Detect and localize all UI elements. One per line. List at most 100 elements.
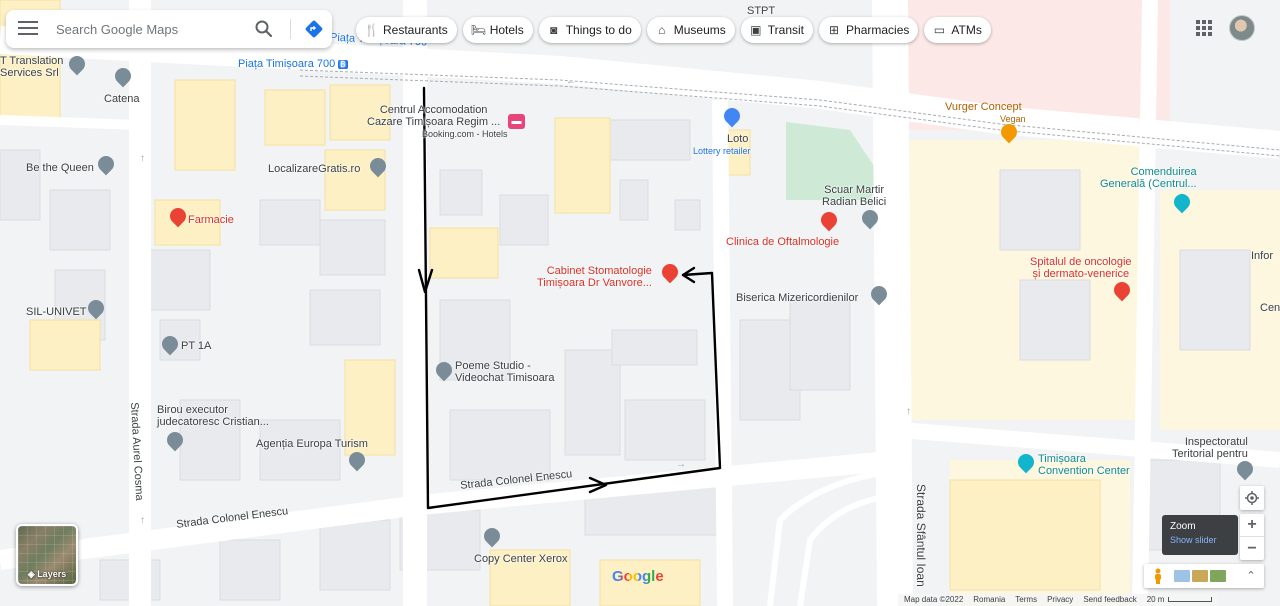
search-input[interactable] [56,18,246,40]
lottery-pin-icon[interactable] [720,104,744,128]
place-cen[interactable]: Cen [1260,302,1280,314]
terms-link[interactable]: Terms [1015,594,1037,606]
svg-text:→: → [676,459,686,470]
chip-restaurants[interactable]: 🍴 Restaurants [356,17,457,43]
search-divider [290,19,291,39]
svg-text:↑: ↑ [140,515,145,526]
layers-icon: ◈ [27,569,38,579]
map-pin-icon[interactable] [366,154,390,178]
atm-icon: ▭ [933,23,946,37]
apps-grid-icon[interactable] [1196,20,1212,36]
map-pin-icon[interactable] [94,152,118,176]
dentist-pin-icon[interactable] [658,260,682,284]
chip-hotels[interactable]: 🛏 Hotels [462,17,533,43]
layers-text: Layers [37,569,67,579]
pegman-icon[interactable] [1152,568,1164,584]
map-pin-icon[interactable] [111,64,135,88]
chip-museums[interactable]: ⌂ Museums [646,17,735,43]
show-slider-link[interactable]: Show slider [1170,535,1230,545]
church-pin-icon[interactable] [867,282,891,306]
my-location-button[interactable] [1240,486,1264,510]
place-cabinet[interactable]: Cabinet Stomatologie Timișoara Dr Vanvor… [537,265,652,289]
logo-text: Google [612,568,664,585]
place-sil-univet[interactable]: SIL-UNIVET [26,306,87,318]
zoom-in-button[interactable]: + [1240,514,1264,537]
place-copy-center[interactable]: Copy Center Xerox [474,553,568,565]
layers-button[interactable]: ◈ Layers [16,524,78,586]
place-poeme[interactable]: Poeme Studio - Videochat Timisoara [455,360,554,384]
place-convention[interactable]: Timișoara Convention Center [1038,453,1130,477]
place-translation[interactable]: T Translation Services Srl [0,55,63,79]
place-localizare[interactable]: LocalizareGratis.ro [268,163,360,175]
zoom-controls: + − [1240,514,1264,560]
map-pin-icon[interactable] [158,332,182,356]
monument-pin-icon[interactable] [1170,190,1194,214]
pharmacy-icon: ⊞ [828,23,840,37]
send-feedback-link[interactable]: Send feedback [1083,594,1136,606]
map-data-attribution: Map data ©2022 [904,595,964,604]
pharmacy-pin-icon[interactable] [166,204,190,228]
map-canvas[interactable]: ← ↑ ↑ ↑ → [0,0,1280,606]
search-icon[interactable] [254,19,274,39]
map-pin-icon[interactable] [1233,457,1257,481]
venue-pin-icon[interactable] [1014,450,1038,474]
map-pin-icon[interactable] [480,524,504,548]
hospital-pin-icon[interactable] [1110,278,1134,302]
chip-atms[interactable]: ▭ ATMs [924,17,991,43]
place-biserica[interactable]: Biserica Mizericordienilor [736,292,858,304]
place-agentia[interactable]: Agenția Europa Turism [256,438,368,450]
crosshair-icon [1245,491,1259,505]
place-birou[interactable]: Birou executor judecatoresc Cristian... [157,404,269,428]
map-pin-icon[interactable] [858,206,882,230]
zoom-tooltip-title: Zoom [1170,521,1196,532]
directions-icon[interactable] [304,19,324,39]
chevron-up-icon[interactable]: ⌃ [1244,568,1258,584]
camera-icon: ◙ [550,23,558,37]
place-pt1a[interactable]: PT 1A [181,340,211,352]
map-pin-icon[interactable] [84,296,108,320]
place-catena[interactable]: Catena [104,93,139,105]
map-pin-icon[interactable] [345,448,369,472]
chip-label: Museums [673,23,726,37]
place-scuar[interactable]: Scuar Martir Radian Belici [822,184,886,208]
place-vurger[interactable]: Vurger Concept [945,101,1022,113]
scale-control[interactable]: 20 m [1147,594,1213,606]
chip-transit[interactable]: ▣ Transit [740,17,814,43]
privacy-link[interactable]: Privacy [1047,594,1073,606]
chip-label: Restaurants [383,23,448,37]
place-stpt[interactable]: STPT [747,5,775,17]
map-pin-icon[interactable] [65,52,89,76]
chip-pharmacies[interactable]: ⊞ Pharmacies [819,17,919,43]
place-infor[interactable]: Infor [1251,250,1273,262]
zoom-out-button[interactable]: − [1240,537,1264,560]
hamburger-menu-icon[interactable] [18,21,38,37]
chip-label: Things to do [565,23,632,37]
place-loto[interactable]: Loto [727,133,748,145]
place-inspectoratul[interactable]: Inspectoratul Teritorial pentru [1172,436,1248,460]
zoom-tooltip: Zoom Show slider [1162,515,1238,555]
restaurant-icon: 🍴 [364,23,379,37]
place-comenduirea[interactable]: Comenduirea Generală (Centrul... [1100,166,1197,190]
scale-bar [1168,597,1213,603]
layers-label: ◈ Layers [18,569,76,580]
map-pin-icon[interactable] [432,358,456,382]
region-link[interactable]: Romania [973,594,1005,606]
chip-label: Pharmacies [846,23,910,37]
imagery-thumbnails[interactable] [1174,570,1226,582]
avatar[interactable] [1229,15,1255,41]
place-farmacie[interactable]: Farmacie [188,214,234,226]
place-spitalul[interactable]: Spitalul de oncologie și dermato-veneric… [1030,256,1132,280]
place-be-the-queen[interactable]: Be the Queen [26,162,94,174]
place-clinica[interactable]: Clinica de Oftalmologie [726,236,839,248]
bus-stop-badge: B [338,60,348,69]
hotel-icon[interactable]: ▬ [508,114,525,129]
chip-things-to-do[interactable]: ◙ Things to do [538,17,641,43]
piata-label-text: Piața Timișoara 700 [238,58,336,70]
hospital-pin-icon[interactable] [817,208,841,232]
place-hotel-sub: Booking.com - Hotels [422,129,508,139]
place-hotel[interactable]: Centrul Accomodation Cazare Timișoara Re… [367,104,500,128]
map-pin-icon[interactable] [163,428,187,452]
map-footer: Map data ©2022 Romania Terms Privacy Sen… [898,594,1219,606]
restaurant-pin-icon[interactable] [997,120,1021,144]
street-label-piata-main: Piața Timișoara 700 B [238,58,348,70]
